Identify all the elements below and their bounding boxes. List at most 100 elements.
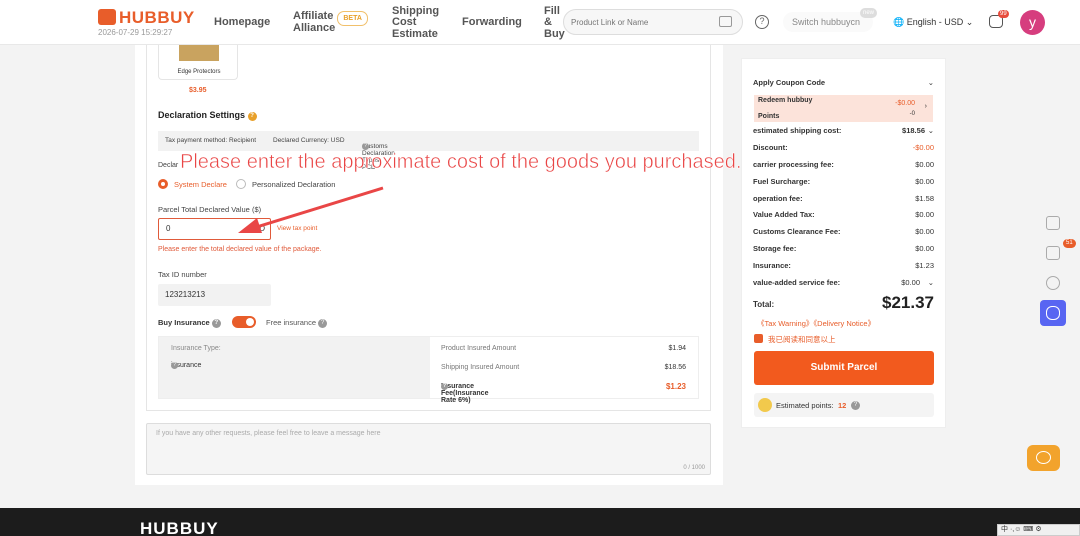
avatar[interactable]: y: [1020, 10, 1045, 35]
summary-row-discount: Discount: -$0.00: [753, 143, 934, 152]
annotation-text: Please enter the approximate cost of the…: [180, 151, 742, 174]
currency-suffix: D: [259, 224, 265, 233]
submit-parcel-button[interactable]: Submit Parcel: [754, 351, 934, 385]
nav-affiliate-line2[interactable]: Alliance: [293, 23, 335, 34]
system-declare-label[interactable]: System Declare: [174, 180, 227, 189]
summary-label: Value Added Tax:: [753, 210, 815, 219]
summary-value: $0.00: [915, 210, 934, 219]
nav-shipping-line2[interactable]: Cost: [392, 17, 416, 28]
view-tax-point-link[interactable]: View tax point: [277, 225, 317, 232]
tax-id-input[interactable]: 123213213: [158, 284, 271, 306]
buy-insurance-label: Buy Insurance ?: [158, 318, 221, 328]
apply-coupon-row[interactable]: Apply Coupon Code ⌄: [753, 78, 934, 87]
coin-icon: [758, 398, 772, 412]
logo-icon: [98, 9, 116, 25]
nav-affiliate-line1: Affiliate: [293, 10, 334, 22]
new-badge: new: [859, 8, 877, 18]
estimated-points-value: 12: [838, 401, 847, 410]
declaration-info-bar: Tax payment method: Recipient Declared C…: [158, 131, 699, 171]
chevron-right-icon: ›: [924, 103, 927, 110]
summary-value: $1.23: [915, 261, 934, 270]
chevron-down-icon[interactable]: ⌄: [928, 278, 934, 287]
ime-toolbar[interactable]: 中 ·,☺ ⌨ ⚙: [997, 524, 1080, 536]
message-counter: 0 / 1000: [683, 465, 705, 471]
declared-value-input[interactable]: 0D: [158, 218, 271, 240]
image-search-icon[interactable]: [719, 16, 732, 27]
cart-icon: [1046, 246, 1060, 260]
top-bar: HUBBUY 2026-07-29 15:29:27 Homepage Affi…: [0, 0, 1080, 45]
message-badge: 99: [998, 10, 1009, 18]
brand-logo[interactable]: HUBBUY: [98, 8, 195, 28]
radio-personalized-declaration[interactable]: [236, 179, 246, 189]
nav-shipping-line3[interactable]: Estimate: [392, 29, 438, 40]
product-price: $3.95: [189, 87, 207, 94]
switch-label: Switch hubbuycn: [792, 17, 861, 27]
agree-checkbox[interactable]: [754, 334, 763, 343]
product-name: Edge Protectors: [177, 69, 221, 75]
brand-name: HUBBUY: [119, 8, 195, 27]
chevron-down-icon: ⌄: [927, 78, 934, 87]
help-icon[interactable]: ?: [247, 112, 257, 121]
help-icon[interactable]: ?: [851, 401, 860, 410]
chevron-down-icon[interactable]: ⌄: [928, 126, 934, 135]
mobile-app-button[interactable]: [1040, 210, 1066, 236]
summary-value: $18.56: [902, 126, 925, 135]
product-insured-amount: $1.94: [668, 345, 686, 352]
summary-value: $0.00: [915, 244, 934, 253]
nav-forwarding[interactable]: Forwarding: [462, 17, 522, 28]
summary-row-insurance: Insurance: $1.23: [753, 261, 934, 270]
insurance-toggle[interactable]: [232, 316, 256, 328]
chat-button[interactable]: [1027, 445, 1060, 471]
nav-fill-line3[interactable]: Buy: [544, 29, 565, 40]
redeem-value: -$0.00: [895, 100, 915, 107]
timestamp: 2026-07-29 15:29:27: [98, 28, 173, 37]
help-icon[interactable]: ?: [318, 319, 328, 328]
nav-fill-line2[interactable]: &: [544, 17, 552, 28]
switch-site-button[interactable]: Switch hubbuycn new: [783, 8, 877, 32]
radio-system-declare[interactable]: [158, 179, 168, 189]
help-icon[interactable]: ?: [211, 319, 221, 328]
product-card[interactable]: Edge Protectors: [158, 45, 238, 80]
nav-homepage[interactable]: Homepage: [214, 17, 270, 28]
message-textarea[interactable]: If you have any other requests, please f…: [146, 423, 711, 475]
redeem-points-used: -0: [909, 111, 915, 117]
support-button[interactable]: [1040, 270, 1066, 296]
summary-value: $0.00: [915, 160, 934, 169]
help-icon[interactable]: ?: [441, 383, 448, 390]
discord-button[interactable]: [1040, 300, 1066, 326]
shipping-insured-label: Shipping Insured Amount: [441, 364, 520, 371]
declaration-title: Declaration Settings ?: [158, 110, 257, 121]
language-selector[interactable]: 🌐 English - USD ⌄: [893, 17, 973, 28]
phone-icon: [1046, 216, 1060, 230]
help-icon[interactable]: ?: [362, 143, 369, 150]
insurance-fee: $1.23: [665, 382, 686, 391]
summary-row-customs: Customs Clearance Fee: $0.00: [753, 227, 934, 236]
product-insured-label: Product Insured Amount: [441, 345, 517, 352]
agree-label: 我已阅读和同意以上: [768, 335, 836, 344]
redeem-label-line2: Points: [758, 113, 780, 120]
estimated-points-label: Estimated points:: [776, 401, 834, 410]
tax-id-label: Tax ID number: [158, 270, 207, 279]
help-icon[interactable]: ?: [171, 362, 178, 369]
summary-label: estimated shipping cost:: [753, 126, 842, 135]
search-input[interactable]: [564, 10, 704, 34]
product-image: [179, 45, 219, 61]
summary-label: Storage fee:: [753, 244, 797, 253]
redeem-points-row[interactable]: Redeem hubbuy Points -$0.00 -0 ›: [754, 95, 933, 122]
summary-label: carrier processing fee:: [753, 160, 834, 169]
help-icon[interactable]: ?: [755, 15, 769, 29]
footer-logo: HUBBUY: [140, 519, 219, 536]
nav-affiliate[interactable]: Affiliate BETA: [293, 10, 368, 26]
discord-icon: [1046, 306, 1060, 320]
declared-currency: Declared Currency: USD: [273, 137, 345, 144]
declared-value-error: Please enter the total declared value of…: [158, 246, 322, 253]
summary-value: -$0.00: [912, 143, 934, 152]
tax-delivery-notice-links[interactable]: 《Tax Warning》《Delivery Notice》: [757, 318, 875, 329]
summary-label: Customs Clearance Fee:: [753, 227, 841, 236]
search-box: [563, 9, 743, 35]
message-icon[interactable]: 99: [989, 10, 1009, 28]
total-label: Total:: [753, 300, 775, 309]
headset-icon: [1046, 276, 1060, 290]
summary-value: $0.00: [915, 177, 934, 186]
personalized-declaration-label[interactable]: Personalized Declaration: [252, 180, 335, 189]
